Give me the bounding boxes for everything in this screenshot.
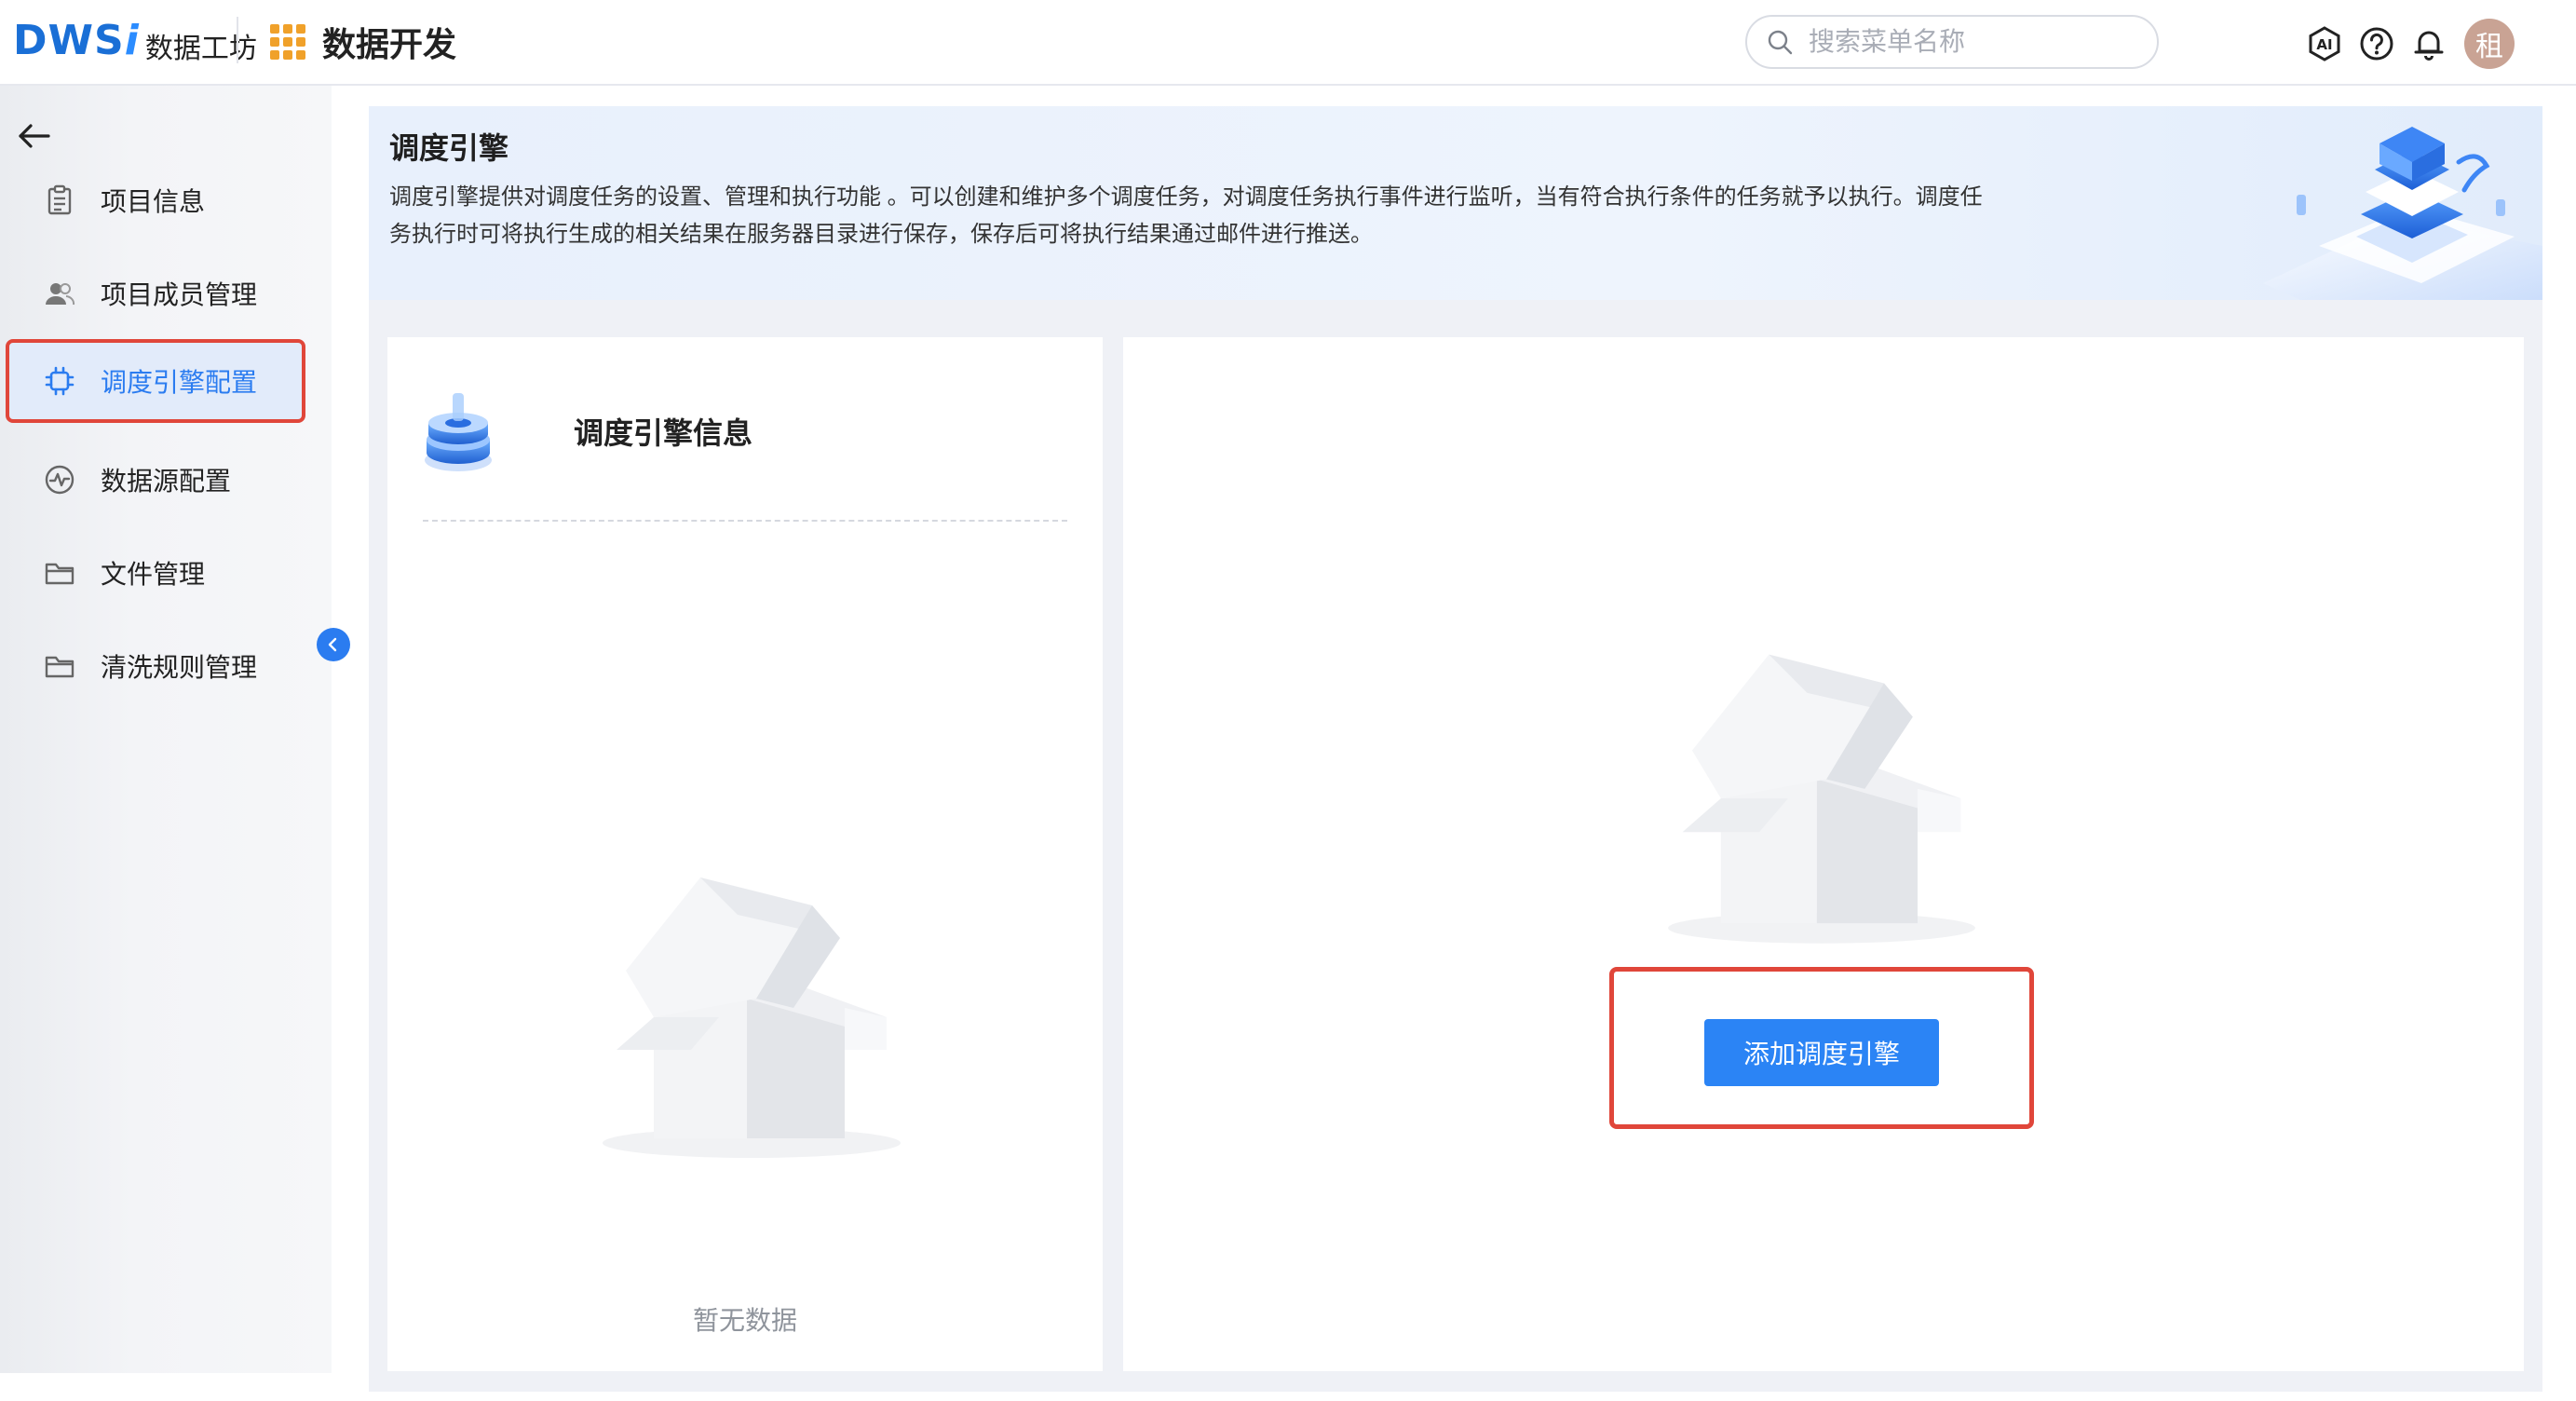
svg-text:AI: AI [2316, 36, 2332, 53]
notification-bell-icon[interactable] [2408, 23, 2449, 64]
empty-state-text: 暂无数据 [692, 1306, 797, 1335]
pulse-icon [43, 463, 76, 496]
chevron-left-icon [328, 637, 337, 652]
sidebar-item-datasource-config[interactable]: 数据源配置 [9, 438, 304, 522]
brand-logo[interactable]: DWSi 数据工坊 [13, 15, 257, 67]
module-title: 数据开发 [322, 25, 457, 63]
scheduler-illustration-icon [2263, 127, 2542, 300]
add-scheduler-engine-button[interactable]: 添加调度引擎 [1704, 1019, 1939, 1086]
engine-info-title: 调度引擎信息 [574, 416, 753, 450]
banner-description: 调度引擎提供对调度任务的设置、管理和执行功能 。可以创建和维护多个调度任务，对调… [389, 184, 1983, 247]
folder-icon [43, 556, 76, 590]
module-switcher[interactable]: 数据开发 [270, 19, 456, 65]
app-grid-icon [270, 24, 305, 60]
sidebar-item-project-info[interactable]: 项目信息 [9, 158, 304, 242]
search-icon [1768, 30, 1793, 55]
sidebar-item-label: 项目成员管理 [101, 280, 258, 309]
sidebar-item-label: 文件管理 [101, 560, 206, 589]
divider [423, 520, 1067, 522]
engine-info-card: 调度引擎信息 暂无数据 [387, 337, 1103, 1371]
search-input[interactable] [1807, 26, 2127, 58]
engine-list-card: 添加调度引擎 [1123, 337, 2524, 1371]
sidebar-item-label: 项目信息 [101, 187, 206, 216]
sidebar-item-scheduler-config[interactable]: 调度引擎配置 [6, 339, 305, 423]
ai-assistant-icon[interactable]: AI [2304, 23, 2345, 64]
sidebar-item-label: 调度引擎配置 [101, 368, 258, 397]
brand-logo-text: DWSi [13, 17, 140, 64]
sidebar-item-label: 清洗规则管理 [101, 653, 258, 682]
clipboard-icon [43, 184, 76, 217]
sidebar-collapse-button[interactable] [317, 628, 350, 661]
user-avatar[interactable]: 租 [2464, 19, 2515, 69]
users-icon [43, 277, 76, 310]
sidebar-item-project-members[interactable]: 项目成员管理 [9, 252, 304, 335]
empty-box-icon [603, 877, 901, 1158]
chip-icon [43, 364, 76, 398]
engine-database-icon [425, 393, 492, 471]
main-content: 调度引擎 调度引擎提供对调度任务的设置、管理和执行功能 。可以创建和维护多个调度… [369, 106, 2542, 1392]
sidebar: 项目信息 项目成员管理 调度引擎配置 数据源配置 文件管理 清洗规则管理 [0, 86, 332, 1373]
sidebar-item-file-management[interactable]: 文件管理 [9, 531, 304, 615]
sidebar-item-cleaning-rules[interactable]: 清洗规则管理 [9, 624, 304, 708]
help-icon[interactable] [2356, 23, 2397, 64]
menu-search[interactable] [1745, 15, 2159, 69]
intro-banner: 调度引擎 调度引擎提供对调度任务的设置、管理和执行功能 。可以创建和维护多个调度… [369, 106, 2542, 300]
sidebar-item-label: 数据源配置 [101, 467, 232, 496]
empty-box-icon [1668, 654, 1975, 944]
folder-icon [43, 649, 76, 683]
brand-name: 数据工坊 [144, 34, 257, 64]
brand-divider [237, 17, 238, 63]
banner-title: 调度引擎 [389, 131, 509, 165]
top-actions: AI 租 [2304, 19, 2515, 69]
top-bar: DWSi 数据工坊 数据开发 AI [0, 0, 2576, 86]
back-arrow-icon[interactable] [13, 116, 54, 156]
